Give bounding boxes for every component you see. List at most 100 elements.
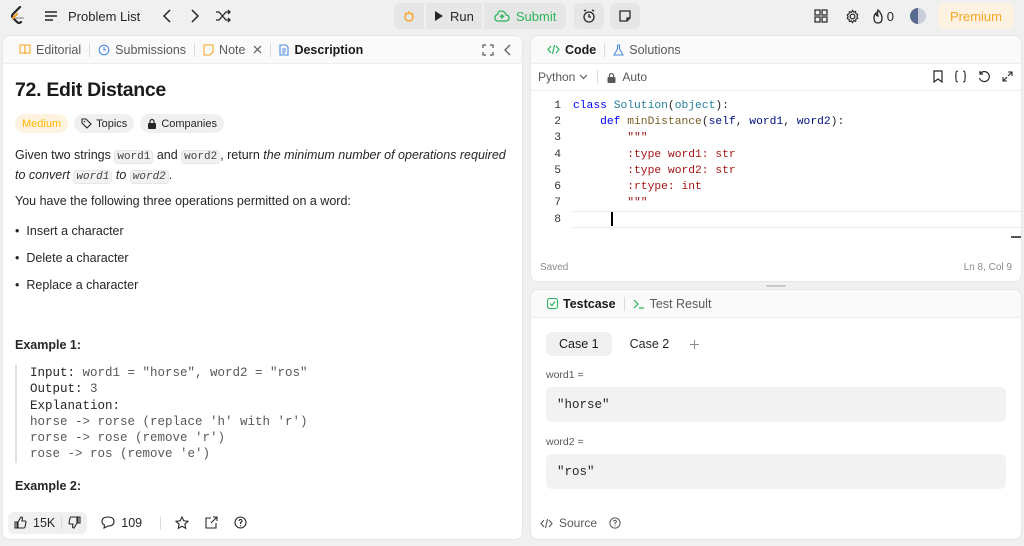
testcase-tab-bar: Testcase Test Result bbox=[531, 290, 1021, 318]
expand-icon[interactable] bbox=[1002, 70, 1013, 83]
case-1-tab[interactable]: Case 1 bbox=[546, 332, 612, 356]
list-icon[interactable] bbox=[44, 9, 58, 23]
premium-button[interactable]: Premium bbox=[937, 3, 1014, 29]
document-icon bbox=[279, 43, 290, 56]
star-icon[interactable] bbox=[175, 515, 190, 530]
streak-fire-icon[interactable] bbox=[869, 8, 887, 24]
list-item: • Replace a character bbox=[15, 278, 139, 292]
language-select[interactable]: Python bbox=[538, 70, 588, 84]
output-label: Output: bbox=[30, 382, 83, 397]
maximize-icon[interactable] bbox=[482, 44, 494, 56]
word2-label: word2 = bbox=[546, 436, 584, 448]
chevron-down-icon bbox=[579, 74, 588, 80]
vote-divider bbox=[61, 515, 63, 530]
tab-testcase[interactable]: Testcase bbox=[539, 290, 624, 318]
problem-list-link[interactable]: Problem List bbox=[68, 9, 140, 24]
comment-icon[interactable] bbox=[101, 516, 115, 529]
braces-icon[interactable] bbox=[954, 70, 967, 83]
source-link[interactable]: Source bbox=[559, 516, 597, 530]
submit-label: Submit bbox=[515, 8, 557, 24]
cursor-position: Ln 8, Col 9 bbox=[963, 261, 1012, 273]
tab-testcase-label: Testcase bbox=[563, 296, 616, 311]
tab-test-result[interactable]: Test Result bbox=[625, 290, 720, 318]
topics-label: Topics bbox=[96, 117, 128, 130]
avatar[interactable] bbox=[909, 8, 926, 24]
like-dislike-group: 15K bbox=[8, 511, 88, 534]
explanation-line: rorse -> rose (remove 'r') bbox=[30, 431, 226, 446]
shuffle-icon[interactable] bbox=[212, 9, 234, 23]
help-icon[interactable] bbox=[609, 517, 621, 529]
editor-toolbar: Python Auto bbox=[531, 64, 1021, 91]
code-panel: Code Solutions Python Auto 1 class Soluti… bbox=[530, 35, 1022, 282]
inline-code: word2 bbox=[129, 170, 169, 184]
tab-editorial[interactable]: Editorial bbox=[11, 36, 89, 64]
tab-description[interactable]: Description bbox=[271, 36, 371, 64]
add-case-icon[interactable] bbox=[689, 339, 700, 350]
inline-code: word1 bbox=[73, 170, 113, 184]
statement-text: , return bbox=[220, 148, 264, 162]
save-status: Saved bbox=[540, 261, 569, 273]
tab-solutions[interactable]: Solutions bbox=[605, 36, 688, 64]
tab-test-result-label: Test Result bbox=[649, 296, 712, 311]
auto-mode[interactable]: Auto bbox=[622, 70, 647, 84]
statement-emphasis: to bbox=[112, 168, 130, 182]
difficulty-badge: Medium bbox=[15, 114, 69, 133]
bookmark-icon[interactable] bbox=[933, 70, 943, 83]
testcase-footer: Source bbox=[540, 516, 621, 530]
panel-resize-handle[interactable] bbox=[766, 285, 786, 287]
note-icon[interactable] bbox=[610, 3, 641, 29]
example-2-title: Example 2: bbox=[15, 478, 82, 493]
lock-icon bbox=[607, 72, 616, 83]
list-item-text: Insert a character bbox=[26, 224, 124, 238]
layout-grid-icon[interactable] bbox=[805, 9, 837, 23]
tab-code[interactable]: Code bbox=[539, 36, 604, 64]
code-editor[interactable]: 1 class Solution(object): 2 def minDistan… bbox=[531, 91, 1021, 261]
word1-label: word1 = bbox=[546, 369, 584, 381]
lock-icon bbox=[147, 118, 157, 129]
statement-text: . bbox=[168, 168, 173, 182]
tab-editorial-label: Editorial bbox=[36, 42, 82, 57]
alarm-clock-icon[interactable] bbox=[574, 3, 605, 29]
case-2-tab[interactable]: Case 2 bbox=[620, 332, 680, 356]
reset-icon[interactable] bbox=[978, 70, 991, 83]
note-icon bbox=[203, 43, 214, 56]
submit-button[interactable]: Submit bbox=[483, 3, 567, 29]
statement-text: and bbox=[153, 148, 182, 162]
explanation-label: Explanation: bbox=[30, 398, 121, 413]
tab-note-label: Note bbox=[219, 42, 246, 57]
word1-input[interactable]: "horse" bbox=[546, 387, 1006, 422]
gear-icon[interactable] bbox=[837, 8, 869, 24]
tab-note[interactable]: Note bbox=[195, 36, 270, 64]
collapse-left-icon[interactable] bbox=[504, 44, 512, 56]
tab-submissions[interactable]: Submissions bbox=[90, 36, 194, 64]
companies-chip[interactable]: Companies bbox=[140, 114, 224, 133]
editor-actions bbox=[933, 70, 1013, 83]
page-title: 72. Edit Distance bbox=[15, 79, 166, 101]
description-footer: 15K 109 bbox=[3, 506, 522, 539]
help-icon[interactable] bbox=[234, 516, 247, 529]
share-icon[interactable] bbox=[205, 516, 218, 529]
word2-input[interactable]: "ros" bbox=[546, 454, 1006, 489]
close-icon[interactable] bbox=[253, 45, 262, 54]
case-tabs: Case 1 Case 2 bbox=[531, 332, 1021, 356]
editor-status-bar: Saved Ln 8, Col 9 bbox=[531, 253, 1021, 281]
chevron-left-icon[interactable] bbox=[156, 9, 178, 23]
thumbs-up-icon[interactable] bbox=[14, 516, 27, 529]
comments-count[interactable]: 109 bbox=[121, 516, 142, 530]
operations-intro: You have the following three operations … bbox=[15, 194, 351, 208]
leetcode-logo-icon[interactable] bbox=[10, 5, 26, 26]
list-item-text: Delete a character bbox=[26, 251, 129, 265]
code-tab-bar: Code Solutions bbox=[531, 36, 1021, 64]
topics-chip[interactable]: Topics bbox=[74, 114, 135, 133]
debug-icon[interactable] bbox=[394, 3, 424, 29]
problem-description: 72. Edit Distance Medium Topics Companie… bbox=[3, 79, 522, 495]
companies-label: Companies bbox=[161, 117, 217, 130]
cloud-upload-icon bbox=[494, 10, 510, 22]
code-icon bbox=[547, 44, 560, 55]
list-item-text: Replace a character bbox=[26, 278, 139, 292]
thumbs-down-icon[interactable] bbox=[68, 516, 81, 529]
example-1-block: Input: word1 = "horse", word2 = "ros" Ou… bbox=[15, 365, 510, 463]
chevron-right-icon[interactable] bbox=[184, 9, 206, 23]
run-button[interactable]: Run bbox=[426, 3, 482, 29]
checkbox-icon bbox=[547, 298, 558, 309]
